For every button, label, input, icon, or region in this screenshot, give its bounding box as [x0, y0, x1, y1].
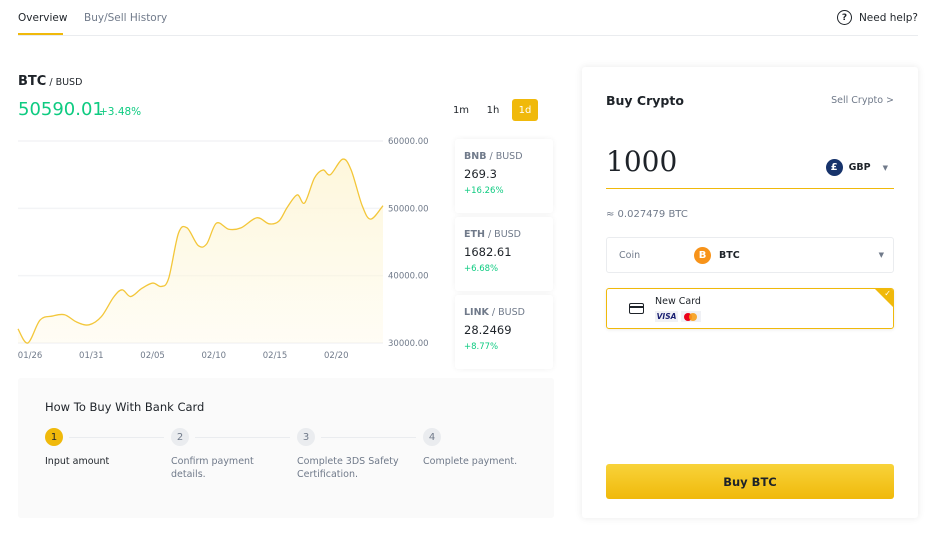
step-label: Confirm payment details. [171, 456, 254, 480]
x-tick-label: 02/15 [263, 351, 288, 361]
ticker-pair: LINK / BUSD [464, 307, 525, 318]
ticker-base: ETH [464, 229, 485, 240]
active-tab-indicator [18, 33, 63, 35]
ticker-price: 1682.61 [464, 245, 512, 259]
ticker-card-eth[interactable]: ETH / BUSD 1682.61 +6.68% [455, 217, 553, 291]
payment-method-new-card[interactable]: New Card VISA ✓ [606, 288, 894, 329]
step-label: Input amount [45, 456, 110, 467]
step-number: 2 [171, 428, 189, 446]
x-tick-label: 01/31 [79, 351, 104, 361]
ticker-base: BNB [464, 151, 487, 162]
visa-logo-icon: VISA [655, 311, 678, 322]
ticker-quote: BUSD [498, 307, 525, 318]
price-chart-svg: 60000.00 50000.00 40000.00 30000.00 01/26 01/… [17, 137, 429, 361]
coin-label: Coin [619, 250, 641, 261]
step-connector [69, 437, 164, 438]
ticker-price: 28.2469 [464, 323, 512, 337]
step-connector [195, 437, 290, 438]
step-label: Complete payment. [423, 456, 518, 467]
ticker-pair: ETH / BUSD [464, 229, 521, 240]
ticker-card-link[interactable]: LINK / BUSD 28.2469 +8.77% [455, 295, 553, 369]
ticker-change: +6.68% [464, 264, 499, 274]
how-to-buy-title: How To Buy With Bank Card [45, 400, 205, 414]
btc-icon: B [694, 247, 711, 264]
pair-separator: / [46, 77, 56, 88]
price-chart[interactable]: 60000.00 50000.00 40000.00 30000.00 01/26 01/… [0, 130, 440, 370]
interval-1d[interactable]: 1d [512, 99, 538, 121]
caret-down-icon: ▼ [878, 251, 884, 259]
ticker-quote: BUSD [495, 151, 523, 162]
y-tick-label: 30000.00 [388, 339, 429, 349]
step-number: 4 [423, 428, 441, 446]
need-help-label: Need help? [858, 11, 918, 24]
amount-field: £ GBP ▼ [606, 145, 894, 189]
payment-method-label: New Card [655, 296, 701, 307]
mastercard-logo-icon [681, 311, 701, 322]
ticker-change: +8.77% [464, 342, 499, 352]
currency-select[interactable]: £ GBP ▼ [825, 159, 888, 176]
question-circle-icon: ? [836, 10, 852, 25]
ticker-card-bnb[interactable]: BNB / BUSD 269.3 +16.26% [455, 139, 553, 213]
ticker-pair: BNB / BUSD [464, 151, 523, 162]
need-help-link[interactable]: ? Need help? [836, 10, 918, 25]
x-tick-label: 02/05 [140, 351, 165, 361]
coin-value: BTC [719, 250, 740, 261]
step-connector [321, 437, 416, 438]
step-4: 4 Complete payment. [423, 428, 549, 468]
y-tick-label: 50000.00 [388, 204, 429, 214]
step-label: Complete 3DS Safety Certification. [297, 456, 399, 480]
price-change: +3.48% [99, 106, 142, 118]
ticker-price: 269.3 [464, 167, 497, 181]
x-tick-label: 01/26 [18, 351, 43, 361]
y-tick-label: 60000.00 [388, 137, 429, 147]
gbp-icon: £ [825, 159, 843, 176]
pair-base: BTC [18, 74, 47, 89]
buy-crypto-title: Buy Crypto [606, 93, 684, 108]
ticker-base: LINK [464, 307, 489, 318]
sell-crypto-link[interactable]: Sell Crypto > [831, 95, 894, 106]
interval-1h[interactable]: 1h [480, 99, 506, 121]
y-tick-label: 40000.00 [388, 272, 429, 282]
pair-quote: BUSD [55, 77, 83, 88]
tab-buy-sell-history[interactable]: Buy/Sell History [84, 12, 167, 24]
step-1: 1 Input amount [45, 428, 171, 468]
price-area-fill [18, 159, 383, 344]
ticker-change: +16.26% [464, 186, 504, 196]
x-tick-label: 02/10 [202, 351, 227, 361]
buy-button[interactable]: Buy BTC [606, 464, 894, 499]
currency-label: GBP [848, 162, 871, 173]
interval-1m[interactable]: 1m [448, 99, 474, 121]
tab-bar: Overview Buy/Sell History ? Need help? [18, 0, 918, 36]
tab-overview[interactable]: Overview [18, 12, 67, 24]
how-to-buy-panel: How To Buy With Bank Card 1 Input amount… [18, 378, 554, 518]
buy-crypto-panel: Buy Crypto Sell Crypto > £ GBP ▼ ≈ 0.027… [582, 67, 918, 518]
coin-select[interactable]: Coin B BTC ▼ [606, 237, 894, 273]
caret-down-icon: ▼ [882, 163, 888, 172]
x-tick-label: 02/20 [324, 351, 349, 361]
step-3: 3 Complete 3DS Safety Certification. [297, 428, 423, 481]
amount-input[interactable] [606, 145, 806, 178]
step-number: 3 [297, 428, 315, 446]
step-2: 2 Confirm payment details. [171, 428, 297, 481]
credit-card-icon [629, 303, 644, 314]
ticker-quote: BUSD [494, 229, 521, 240]
current-price: 50590.01 [18, 99, 104, 120]
checkmark-icon: ✓ [884, 289, 891, 298]
step-number: 1 [45, 428, 63, 446]
approx-crypto-amount: ≈ 0.027479 BTC [606, 209, 688, 220]
pair-title: BTC / BUSD [18, 74, 82, 89]
interval-selector: 1m 1h 1d [448, 99, 538, 121]
